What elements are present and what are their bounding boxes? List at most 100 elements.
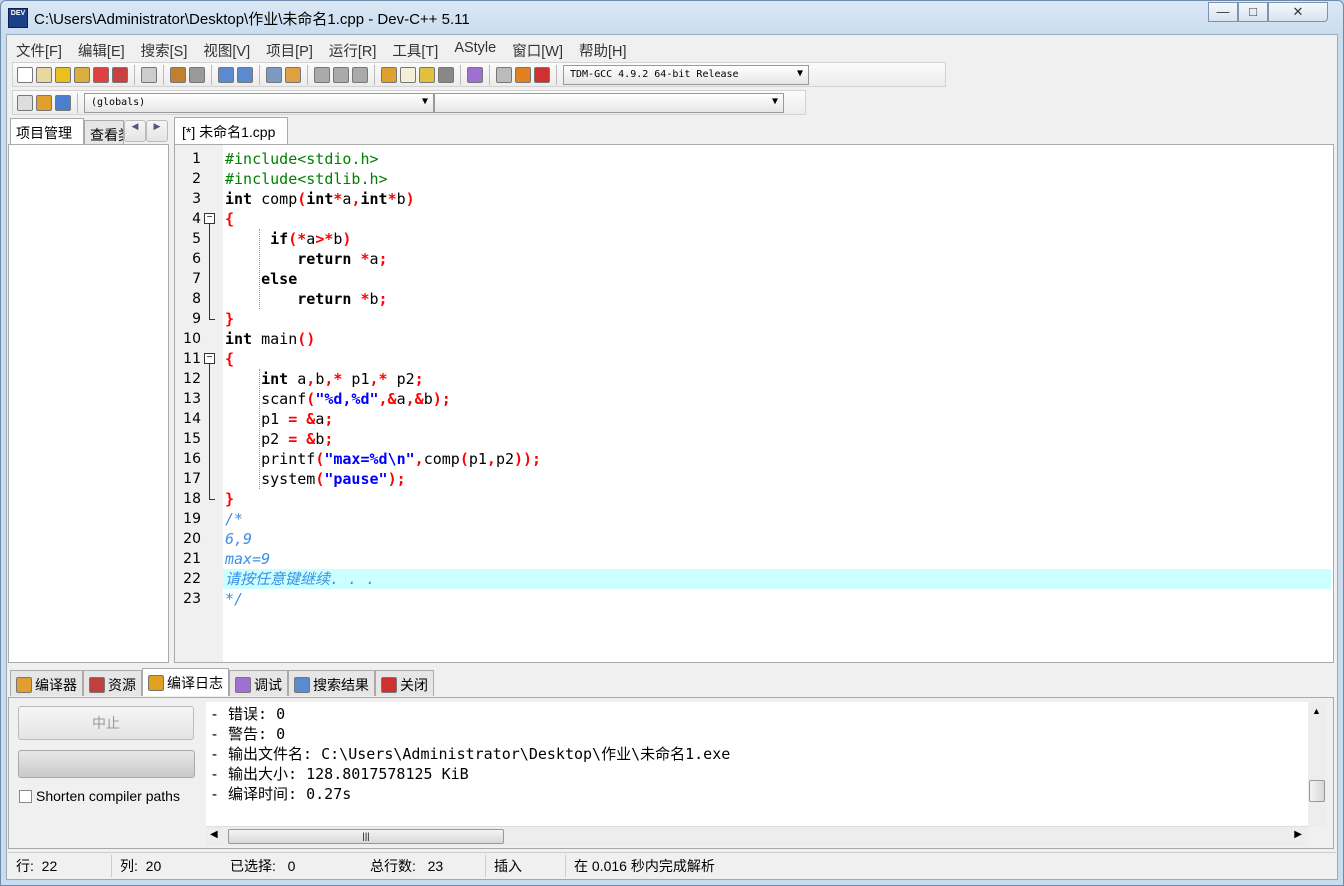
code-line[interactable]: 请按任意键继续. . .	[223, 569, 1331, 589]
code-line[interactable]: printf("max=%d\n",comp(p1,p2));	[225, 449, 1333, 469]
code-line[interactable]: */	[225, 589, 1333, 609]
separator	[489, 64, 490, 85]
remove-from-project-icon[interactable]	[55, 94, 71, 111]
tab-close[interactable]: 关闭	[375, 670, 434, 696]
code-line[interactable]: return *a;	[225, 249, 1333, 269]
add-to-project-icon[interactable]	[36, 94, 52, 111]
code-line[interactable]: int main()	[225, 329, 1333, 349]
menu-item[interactable]: 搜索[S]	[133, 38, 196, 60]
menu-item[interactable]: 项目[P]	[258, 38, 321, 60]
run-icon[interactable]	[400, 66, 416, 83]
chevron-down-icon: ▼	[796, 67, 803, 79]
tab-compile-log[interactable]: 编译日志	[142, 668, 229, 696]
open-file-icon[interactable]	[36, 66, 52, 83]
compile-log[interactable]: - 错误: 0 - 警告: 0 - 输出文件名: C:\Users\Administ…	[206, 702, 1308, 826]
tab-search-results[interactable]: 搜索结果	[288, 670, 375, 696]
close-all-icon[interactable]	[112, 66, 128, 83]
code-line[interactable]: p2 = &b;	[225, 429, 1333, 449]
scroll-up-icon[interactable]: ▲	[1312, 706, 1321, 716]
menu-item[interactable]: 帮助[H]	[571, 38, 635, 60]
code-editor[interactable]: 1 2 3 4 5 6 7 8 9 10 11 12 13 14 15 16 17 18 19 20 21 22 23 #i…	[174, 144, 1334, 663]
function-select[interactable]: ▼	[434, 92, 784, 113]
menu-item[interactable]: 文件[F]	[8, 38, 70, 60]
find-icon[interactable]	[218, 66, 234, 83]
tab-debug[interactable]: 调试	[229, 670, 288, 696]
print-icon[interactable]	[141, 66, 157, 83]
code-token: ()	[297, 330, 316, 348]
code-line[interactable]: if(*a>*b)	[225, 229, 1333, 249]
scroll-right-icon[interactable]: ▶	[1294, 829, 1302, 840]
new-file-icon[interactable]	[17, 66, 33, 83]
redo-icon[interactable]	[189, 66, 205, 83]
undo-icon[interactable]	[170, 66, 186, 83]
code-line[interactable]: p1 = &a;	[225, 409, 1333, 429]
line-gutter: 1 2 3 4 5 6 7 8 9 10 11 12 13 14 15 16 17 18 19 20 21 22 23	[175, 145, 223, 662]
close-file-icon[interactable]	[93, 66, 109, 83]
new-project-icon[interactable]	[17, 94, 33, 111]
code-line[interactable]: }	[225, 309, 1333, 329]
indent-icon[interactable]	[285, 66, 301, 83]
menu-item[interactable]: 编辑[E]	[70, 38, 133, 60]
replace-icon[interactable]	[237, 66, 253, 83]
code-line[interactable]: else	[225, 269, 1333, 289]
scope-select[interactable]: (globals) ▼	[84, 92, 434, 113]
log-horizontal-scrollbar[interactable]: ◀ ||| ▶	[206, 826, 1308, 846]
tab-resources[interactable]: 资源	[83, 670, 142, 696]
syntax-check-icon[interactable]	[467, 66, 483, 83]
code-line[interactable]: /*	[225, 509, 1333, 529]
minimize-button[interactable]: —	[1208, 2, 1238, 22]
tab-editor-file[interactable]: [*] 未命名1.cpp	[174, 117, 288, 145]
code-line[interactable]: 6,9	[225, 529, 1333, 549]
code-line[interactable]: {	[225, 209, 1333, 229]
scrollbar-thumb[interactable]	[1309, 780, 1325, 802]
code-line[interactable]: #include<stdio.h>	[225, 149, 1333, 169]
scroll-right-icon[interactable]: ▶	[146, 120, 168, 142]
scrollbar-thumb[interactable]: |||	[228, 829, 504, 844]
project-tree[interactable]	[8, 144, 169, 663]
code-line[interactable]: scanf("%d,%d",&a,&b);	[225, 389, 1333, 409]
code-token: p1	[342, 370, 370, 388]
profile-icon[interactable]	[515, 66, 531, 83]
delete-profile-icon[interactable]	[534, 66, 550, 83]
goto-line-icon[interactable]	[266, 66, 282, 83]
tab-project[interactable]: 项目管理	[10, 118, 84, 146]
close-button[interactable]: ✕	[1268, 2, 1328, 22]
code-token: system	[225, 470, 316, 488]
compiler-select[interactable]: TDM-GCC 4.9.2 64-bit Release ▼	[563, 64, 809, 85]
code-line[interactable]: system("pause");	[225, 469, 1333, 489]
tab-classes[interactable]: 查看类	[84, 120, 124, 146]
code-token: ,&	[405, 390, 424, 408]
scroll-left-icon[interactable]: ◀	[124, 120, 146, 142]
fold-collapse-icon[interactable]: −	[204, 353, 215, 364]
code-line[interactable]: max=9	[225, 549, 1333, 569]
menu-item[interactable]: 工具[T]	[384, 38, 446, 60]
separator	[460, 64, 461, 85]
rebuild-all-icon[interactable]	[438, 66, 454, 83]
code-line[interactable]: #include<stdlib.h>	[225, 169, 1333, 189]
compile-run-icon[interactable]	[419, 66, 435, 83]
separator	[374, 64, 375, 85]
menu-item[interactable]: 窗口[W]	[504, 38, 571, 60]
abort-button[interactable]: 中止	[18, 706, 194, 740]
fold-collapse-icon[interactable]: −	[204, 213, 215, 224]
save-all-icon[interactable]	[74, 66, 90, 83]
code-token: comp	[423, 450, 460, 468]
code-line[interactable]: {	[225, 349, 1333, 369]
save-icon[interactable]	[55, 66, 71, 83]
menu-item[interactable]: 视图[V]	[195, 38, 258, 60]
log-line: - 输出大小: 128.8017578125 KiB	[210, 765, 469, 783]
compile-icon[interactable]	[381, 66, 397, 83]
code-line[interactable]: int a,b,* p1,* p2;	[225, 369, 1333, 389]
maximize-button[interactable]: □	[1238, 2, 1268, 22]
code-line[interactable]: }	[225, 489, 1333, 509]
checkbox-box[interactable]	[19, 789, 32, 803]
log-vertical-scrollbar[interactable]: ▲	[1308, 702, 1326, 826]
code-line[interactable]: int comp(int*a,int*b)	[225, 189, 1333, 209]
bottom-tabs: 编译器 资源 编译日志 调试 搜索结果 关闭	[10, 668, 434, 696]
code-line[interactable]: return *b;	[225, 289, 1333, 309]
scroll-left-icon[interactable]: ◀	[210, 829, 218, 840]
menu-item[interactable]: AStyle	[446, 38, 504, 60]
tab-compiler[interactable]: 编译器	[10, 670, 83, 696]
shorten-paths-checkbox[interactable]: Shorten compiler paths	[19, 788, 180, 804]
menu-item[interactable]: 运行[R]	[321, 38, 385, 60]
